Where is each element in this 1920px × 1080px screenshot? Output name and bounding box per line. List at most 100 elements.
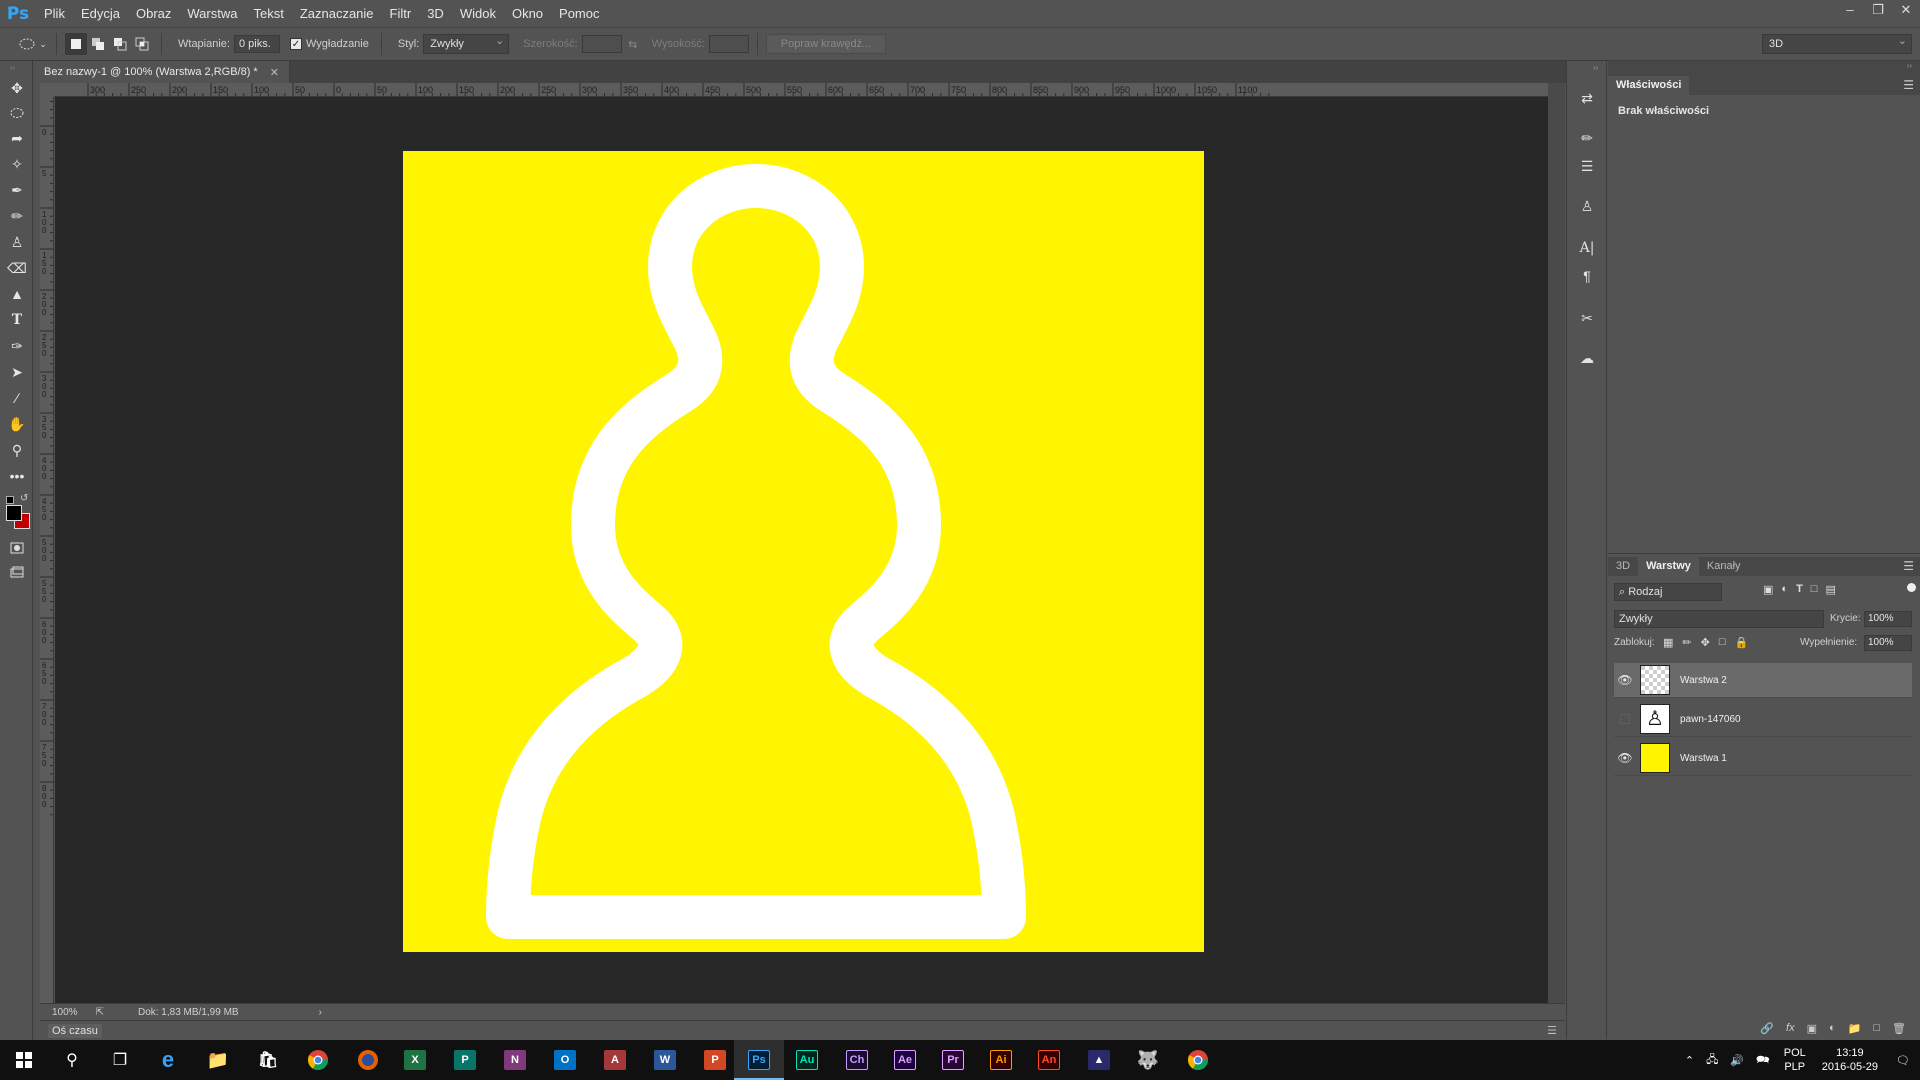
timeline-menu-icon[interactable]: ☰ bbox=[1547, 1024, 1557, 1037]
menu-widok[interactable]: Widok bbox=[452, 0, 504, 27]
lock-position-icon[interactable]: ✥ bbox=[1701, 636, 1710, 649]
collapse-icon[interactable]: ‹‹ bbox=[10, 63, 22, 72]
add-selection-icon[interactable] bbox=[87, 33, 109, 55]
close-button[interactable]: ✕ bbox=[1892, 0, 1920, 20]
character-animator-icon[interactable]: Ch bbox=[846, 1050, 868, 1070]
subtract-selection-icon[interactable] bbox=[109, 33, 131, 55]
line-icon[interactable]: ∕ bbox=[6, 387, 28, 409]
brush-icon[interactable]: ✏ bbox=[6, 205, 28, 227]
vertical-scrollbar[interactable] bbox=[1548, 83, 1565, 1003]
layer-row[interactable]: ♙ pawn-147060 bbox=[1614, 702, 1912, 737]
filter-pixel-icon[interactable]: ▣ bbox=[1763, 583, 1773, 596]
media-encoder-icon[interactable]: ▲ bbox=[1088, 1050, 1110, 1070]
lock-artboard-icon[interactable]: □ bbox=[1719, 636, 1726, 649]
close-tab-icon[interactable]: ✕ bbox=[270, 66, 279, 79]
antialias-checkbox[interactable]: ✓ bbox=[289, 38, 302, 50]
new-selection-icon[interactable] bbox=[65, 33, 87, 55]
more-tools-icon[interactable]: ••• bbox=[6, 465, 28, 487]
illustrator-icon[interactable]: Ai bbox=[990, 1050, 1012, 1070]
delete-layer-icon[interactable]: 🗑 bbox=[1892, 1022, 1906, 1035]
publisher-icon[interactable]: P bbox=[454, 1050, 476, 1070]
chrome-icon[interactable] bbox=[304, 1046, 332, 1074]
link-layers-icon[interactable]: 🔗 bbox=[1760, 1022, 1774, 1035]
type-icon[interactable]: T bbox=[6, 309, 28, 331]
character-icon[interactable]: A| bbox=[1576, 237, 1598, 259]
add-mask-icon[interactable]: ▣ bbox=[1807, 1022, 1817, 1035]
elliptical-marquee-icon[interactable] bbox=[6, 102, 28, 124]
powerpoint-icon[interactable]: P bbox=[704, 1050, 726, 1070]
elliptical-marquee-preset-icon[interactable] bbox=[16, 33, 38, 55]
chevron-down-icon[interactable]: ⌄ bbox=[38, 33, 48, 55]
timeline-tab[interactable]: Oś czasu bbox=[48, 1023, 102, 1038]
path-select-icon[interactable]: ➤ bbox=[6, 361, 28, 383]
hand-icon[interactable]: ✋ bbox=[6, 413, 28, 435]
adjustments-icon[interactable]: ☰ bbox=[1576, 155, 1598, 177]
firefox-icon[interactable] bbox=[354, 1046, 382, 1074]
menu-edycja[interactable]: Edycja bbox=[73, 0, 128, 27]
edge-browser-icon[interactable]: e bbox=[154, 1046, 182, 1074]
action-center-icon[interactable]: 🗨 bbox=[1896, 1054, 1910, 1067]
menu-pomoc[interactable]: Pomoc bbox=[551, 0, 607, 27]
minimize-button[interactable]: – bbox=[1836, 0, 1864, 20]
windows-start-icon[interactable] bbox=[10, 1046, 38, 1074]
collapse-icon[interactable]: ›› bbox=[1907, 61, 1912, 70]
tab-3d[interactable]: 3D bbox=[1608, 557, 1638, 576]
panel-menu-icon[interactable]: ☰ bbox=[1903, 78, 1914, 92]
visibility-eye-icon[interactable]: 👁 bbox=[1614, 751, 1636, 765]
tab-layers[interactable]: Warstwy bbox=[1638, 557, 1699, 576]
access-icon[interactable]: A bbox=[604, 1050, 626, 1070]
lock-pixels-icon[interactable]: ✏ bbox=[1682, 636, 1691, 649]
zoom-icon[interactable]: ⚲ bbox=[6, 439, 28, 461]
style-select[interactable]: Zwykły bbox=[423, 32, 510, 54]
tab-properties[interactable]: Właściwości bbox=[1608, 76, 1690, 95]
clock[interactable]: 13:19 2016-05-29 bbox=[1822, 1046, 1878, 1074]
tray-chevron-icon[interactable]: ⌃ bbox=[1685, 1054, 1694, 1067]
filter-smart-object-icon[interactable]: ▤ bbox=[1825, 583, 1835, 596]
workspace-select[interactable]: 3D bbox=[1762, 32, 1912, 54]
eraser-icon[interactable]: ⌫ bbox=[6, 257, 28, 279]
restore-button[interactable]: ❐ bbox=[1864, 0, 1892, 20]
refine-edge-button[interactable]: Popraw krawędź... bbox=[765, 34, 887, 54]
visibility-empty-box[interactable] bbox=[1614, 714, 1636, 724]
filter-toggle-icon[interactable] bbox=[1907, 583, 1916, 592]
visibility-eye-icon[interactable]: 👁 bbox=[1614, 673, 1636, 687]
word-icon[interactable]: W bbox=[654, 1050, 676, 1070]
pen-icon[interactable]: ✑ bbox=[6, 335, 28, 357]
input-language[interactable]: POL PLP bbox=[1784, 1046, 1806, 1074]
document-tab[interactable]: Bez nazwy-1 @ 100% (Warstwa 2,RGB/8) * ✕ bbox=[34, 61, 290, 83]
layer-filter-select[interactable]: ⌕ Rodzaj bbox=[1614, 583, 1722, 601]
new-group-icon[interactable]: 📁 bbox=[1848, 1022, 1862, 1035]
photoshop-taskbar-icon[interactable]: Ps bbox=[748, 1050, 770, 1070]
document-canvas[interactable] bbox=[55, 97, 1548, 1003]
excel-icon[interactable]: X bbox=[404, 1050, 426, 1070]
feather-input[interactable]: 0 piks. bbox=[233, 35, 280, 53]
lock-all-icon[interactable]: 🔒 bbox=[1735, 636, 1749, 649]
filter-adjustment-icon[interactable]: ◐ bbox=[1781, 583, 1788, 596]
animate-icon[interactable]: An bbox=[1038, 1050, 1060, 1070]
canvas-workspace[interactable] bbox=[55, 97, 1548, 1003]
opacity-input[interactable]: 100% bbox=[1864, 611, 1912, 627]
gimp-icon[interactable]: 🐺 bbox=[1134, 1046, 1162, 1074]
menu-obraz[interactable]: Obraz bbox=[128, 0, 179, 27]
new-layer-icon[interactable]: □ bbox=[1873, 1022, 1880, 1034]
premiere-icon[interactable]: Pr bbox=[942, 1050, 964, 1070]
blend-mode-select[interactable]: Zwykły bbox=[1614, 610, 1824, 628]
audition-icon[interactable]: Au bbox=[796, 1050, 818, 1070]
stamp-icon[interactable]: ♙ bbox=[6, 231, 28, 253]
menu-okno[interactable]: Okno bbox=[504, 0, 551, 27]
collapse-icon[interactable]: ›› bbox=[1593, 63, 1598, 72]
zoom-level[interactable]: 100% bbox=[52, 1007, 78, 1018]
swap-icon[interactable]: ⇆ bbox=[622, 33, 644, 55]
store-icon[interactable]: 🛍 bbox=[254, 1046, 282, 1074]
layer-row[interactable]: 👁 Warstwa 1 bbox=[1614, 741, 1912, 776]
eyedropper-icon[interactable]: ✒ bbox=[6, 179, 28, 201]
tool-presets-icon[interactable]: ✂ bbox=[1576, 307, 1598, 329]
brush-presets-icon[interactable]: ✏ bbox=[1576, 127, 1598, 149]
menu-3d[interactable]: 3D bbox=[419, 0, 452, 27]
foreground-color-swatch[interactable] bbox=[6, 505, 22, 521]
libraries-icon[interactable]: ☁ bbox=[1576, 347, 1598, 369]
screen-mode-icon[interactable] bbox=[6, 561, 28, 583]
paint-bucket-icon[interactable]: ▲ bbox=[6, 283, 28, 305]
tab-channels[interactable]: Kanały bbox=[1699, 557, 1749, 576]
paragraph-icon[interactable]: ¶ bbox=[1576, 265, 1598, 287]
